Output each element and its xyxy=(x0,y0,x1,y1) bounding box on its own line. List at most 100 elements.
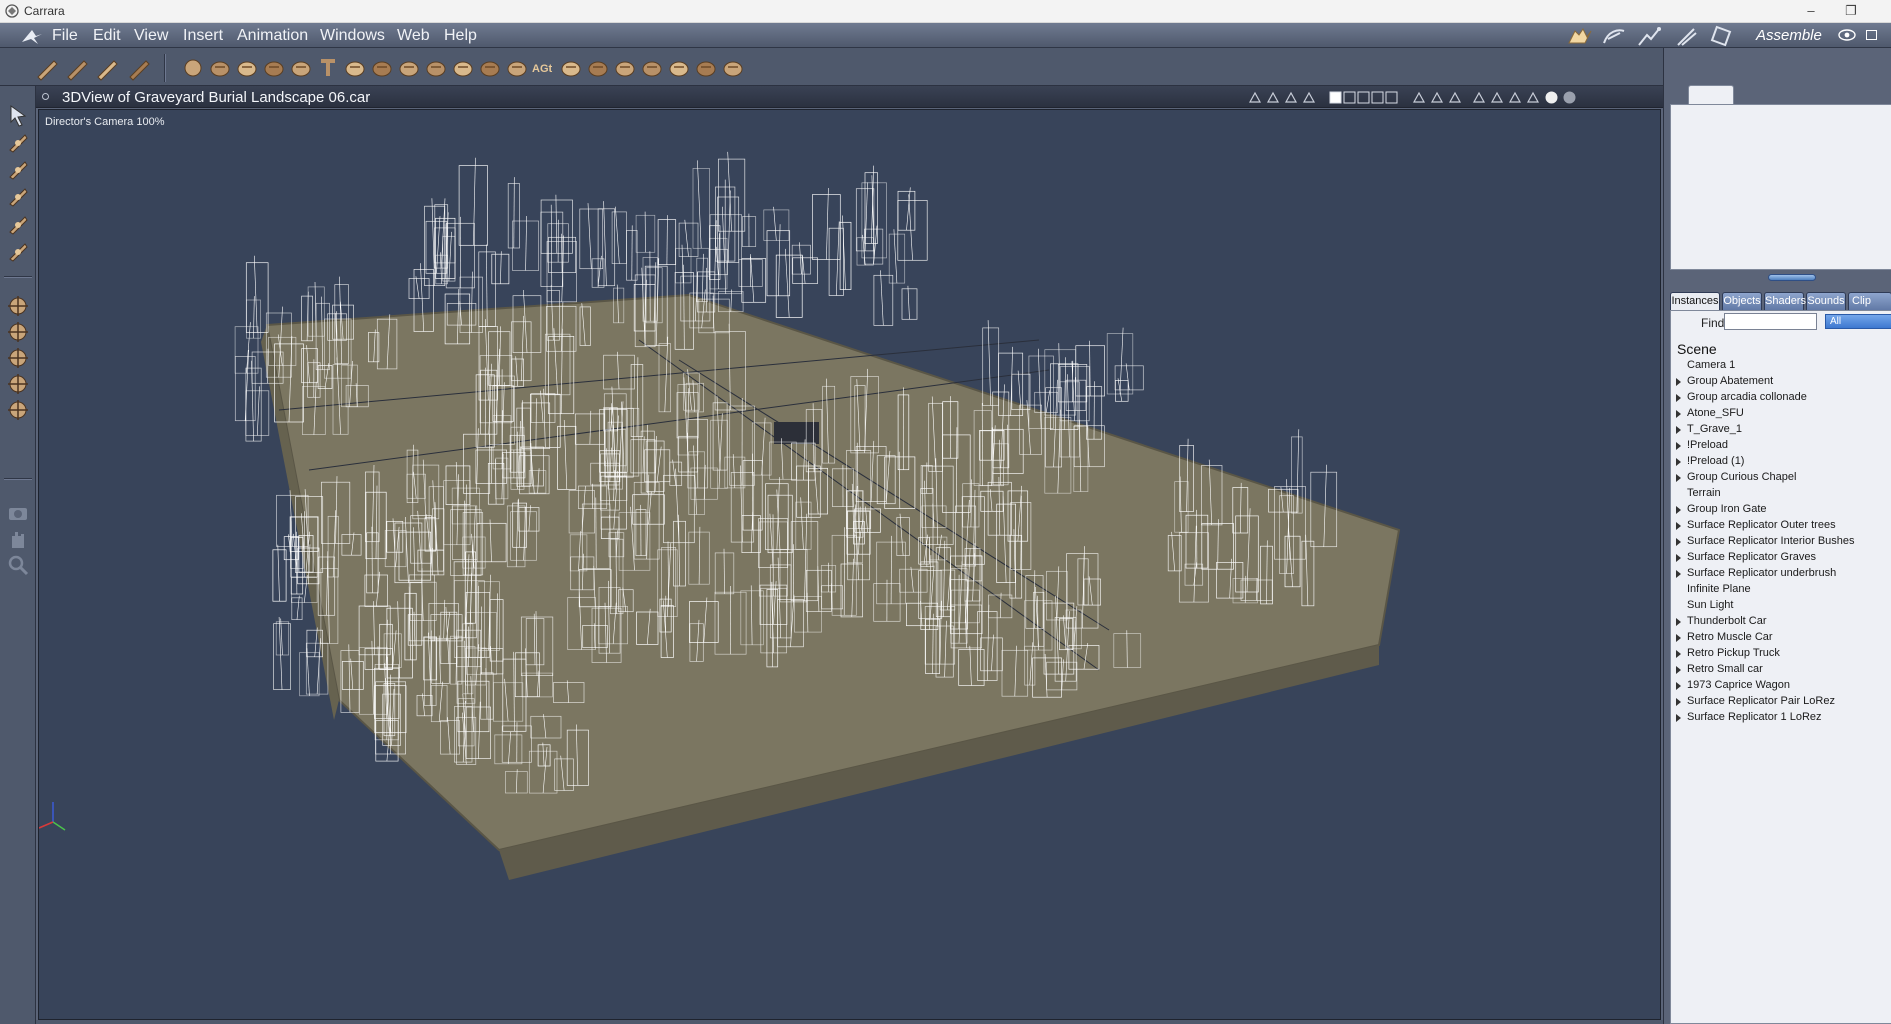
scene-item[interactable]: Surface Replicator Pair LoRez xyxy=(1671,694,1891,710)
scene-item[interactable]: Group Abatement xyxy=(1671,374,1891,390)
scene-root[interactable]: Scene xyxy=(1677,341,1717,357)
expand-arrow-icon[interactable] xyxy=(1676,538,1681,546)
expand-arrow-icon[interactable] xyxy=(1676,506,1681,514)
tab-objects[interactable]: Objects xyxy=(1722,292,1762,310)
tree-icon[interactable] xyxy=(666,55,692,81)
panel-splitter[interactable] xyxy=(1768,274,1816,281)
spin-icon[interactable] xyxy=(5,184,31,210)
expand-arrow-icon[interactable] xyxy=(1676,378,1681,386)
scene-item[interactable]: Surface Replicator Interior Bushes xyxy=(1671,534,1891,550)
particle-icon[interactable] xyxy=(639,55,665,81)
nav-1-icon[interactable] xyxy=(1472,90,1487,105)
eye-icon[interactable] xyxy=(1838,29,1856,41)
room-hand-icon[interactable] xyxy=(1565,25,1593,47)
tab-clip[interactable]: Clip xyxy=(1848,292,1891,310)
shield-2-icon[interactable] xyxy=(1430,90,1445,105)
scene-item[interactable]: Group arcadia collonade xyxy=(1671,390,1891,406)
scene-item[interactable]: T_Grave_1 xyxy=(1671,422,1891,438)
view-collapse-icon[interactable] xyxy=(42,93,49,100)
layout-4-icon[interactable] xyxy=(1370,90,1385,105)
menu-windows[interactable]: Windows xyxy=(320,27,385,45)
goblet-icon[interactable] xyxy=(207,55,233,81)
shader-brush-icon[interactable] xyxy=(126,55,152,81)
expand-arrow-icon[interactable] xyxy=(1676,634,1681,642)
scene-item[interactable]: Group Curious Chapel xyxy=(1671,470,1891,486)
menu-insert[interactable]: Insert xyxy=(183,27,223,45)
sphere-icon[interactable] xyxy=(180,55,206,81)
tab-shaders[interactable]: Shaders xyxy=(1764,292,1806,310)
scene-item[interactable]: Surface Replicator Graves xyxy=(1671,550,1891,566)
menu-file[interactable]: File xyxy=(52,27,78,45)
bowl-icon[interactable] xyxy=(558,55,584,81)
pick-direction-icon[interactable] xyxy=(5,130,31,156)
layout-3-icon[interactable] xyxy=(1356,90,1371,105)
nav-2-icon[interactable] xyxy=(1490,90,1505,105)
scene-item[interactable]: Group Iron Gate xyxy=(1671,502,1891,518)
terrain-icon[interactable] xyxy=(369,55,395,81)
expand-arrow-icon[interactable] xyxy=(1676,442,1681,450)
move-axis-icon[interactable] xyxy=(5,345,31,371)
expand-arrow-icon[interactable] xyxy=(1676,682,1681,690)
target-icon[interactable] xyxy=(693,55,719,81)
panel-toggle-icon[interactable] xyxy=(1866,30,1877,40)
text-icon[interactable] xyxy=(315,55,341,81)
menu-web[interactable]: Web xyxy=(397,27,430,45)
move-xyz-icon[interactable] xyxy=(5,293,31,319)
scene-item[interactable]: Atone_SFU xyxy=(1671,406,1891,422)
menu-view[interactable]: View xyxy=(134,27,168,45)
sphere-shade-1-icon[interactable] xyxy=(1544,90,1559,105)
room-render-icon[interactable] xyxy=(1708,25,1736,47)
scene-item[interactable]: Surface Replicator 1 LoRez xyxy=(1671,710,1891,726)
star-icon[interactable] xyxy=(396,55,422,81)
cube-icon[interactable] xyxy=(1508,90,1523,105)
rotate-icon[interactable] xyxy=(5,157,31,183)
scene-item[interactable]: Retro Muscle Car xyxy=(1671,630,1891,646)
wand-brush-icon[interactable] xyxy=(34,55,60,81)
scene-item[interactable]: Camera 1 xyxy=(1671,358,1891,374)
layout-1-icon[interactable] xyxy=(1328,90,1343,105)
layout-2-icon[interactable] xyxy=(1342,90,1357,105)
scale-icon[interactable] xyxy=(5,397,31,423)
scene-item[interactable]: !Preload xyxy=(1671,438,1891,454)
layout-5-icon[interactable] xyxy=(1384,90,1399,105)
brush-icon[interactable] xyxy=(612,55,638,81)
box-icon[interactable] xyxy=(1526,90,1541,105)
pencil-icon[interactable] xyxy=(5,212,31,238)
ago-text-icon[interactable]: AGt xyxy=(531,55,557,81)
menu-help[interactable]: Help xyxy=(444,27,477,45)
scene-item[interactable]: Surface Replicator underbrush xyxy=(1671,566,1891,582)
expand-arrow-icon[interactable] xyxy=(1676,698,1681,706)
expand-arrow-icon[interactable] xyxy=(1676,618,1681,626)
menu-animation[interactable]: Animation xyxy=(237,27,308,45)
trackball-icon[interactable] xyxy=(5,371,31,397)
scene-item[interactable]: !Preload (1) xyxy=(1671,454,1891,470)
pan-hand-icon[interactable] xyxy=(5,526,31,552)
expand-arrow-icon[interactable] xyxy=(1676,570,1681,578)
camera-icon[interactable] xyxy=(5,500,31,526)
tool-a-icon[interactable] xyxy=(1248,90,1263,105)
expand-arrow-icon[interactable] xyxy=(1676,554,1681,562)
gear-icon[interactable] xyxy=(342,55,368,81)
properties-tab[interactable] xyxy=(1688,85,1734,105)
expand-arrow-icon[interactable] xyxy=(1676,666,1681,674)
expand-arrow-icon[interactable] xyxy=(1676,522,1681,530)
fern-icon[interactable] xyxy=(504,55,530,81)
hand-icon[interactable] xyxy=(64,55,90,81)
room-model-icon[interactable] xyxy=(1600,25,1628,47)
menu-edit[interactable]: Edit xyxy=(93,27,121,45)
restore-button[interactable]: ❐ xyxy=(1828,0,1874,23)
scene-item[interactable]: Retro Small car xyxy=(1671,662,1891,678)
room-texture-icon[interactable] xyxy=(1672,25,1700,47)
expand-arrow-icon[interactable] xyxy=(1676,394,1681,402)
cloud-icon[interactable] xyxy=(423,55,449,81)
expand-arrow-icon[interactable] xyxy=(1676,458,1681,466)
stone-icon[interactable] xyxy=(585,55,611,81)
tool-b-icon[interactable] xyxy=(1266,90,1281,105)
flame-icon[interactable] xyxy=(450,55,476,81)
expand-arrow-icon[interactable] xyxy=(1676,426,1681,434)
scene-item[interactable]: Retro Pickup Truck xyxy=(1671,646,1891,662)
globe-icon[interactable] xyxy=(234,55,260,81)
bone-icon[interactable] xyxy=(261,55,287,81)
paint-icon[interactable] xyxy=(5,239,31,265)
tool-c-icon[interactable] xyxy=(1284,90,1299,105)
